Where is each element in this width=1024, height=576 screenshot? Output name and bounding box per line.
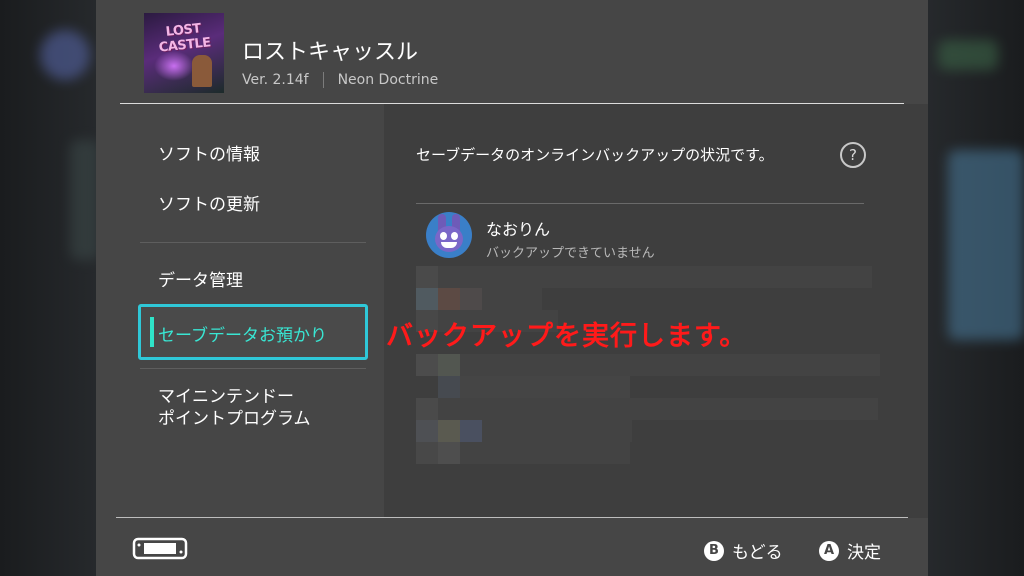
- meta-divider: [322, 72, 324, 88]
- sidebar-item-label: セーブデータお預かり: [158, 326, 327, 346]
- sidebar: ソフトの情報 ソフトの更新 データ管理 セーブデータお預かり マイニンテンドー …: [96, 104, 384, 518]
- sidebar-item-label-line2: ポイントプログラム: [158, 409, 311, 429]
- game-publisher: Neon Doctrine: [337, 72, 439, 88]
- game-title: ロストキャッスル: [242, 40, 419, 65]
- sidebar-item-software-info[interactable]: ソフトの情報: [158, 144, 260, 166]
- avatar: [426, 212, 472, 258]
- sidebar-item-label-line1: マイニンテンドー: [158, 387, 294, 407]
- sidebar-item-data-management[interactable]: データ管理: [158, 270, 243, 292]
- sidebar-item-my-nintendo[interactable]: マイニンテンドー ポイントプログラム: [158, 386, 311, 430]
- background-left: [0, 0, 100, 576]
- sidebar-divider: [140, 368, 366, 369]
- content-divider: [416, 203, 864, 204]
- game-logo-text: LOST CASTLE: [158, 21, 212, 56]
- sidebar-divider: [140, 242, 366, 243]
- game-version: Ver. 2.14f: [242, 72, 309, 88]
- annotation-text: バックアップを実行します。: [386, 321, 748, 352]
- selection-accent-bar: [150, 317, 154, 347]
- user-name: なおりん: [486, 220, 551, 239]
- user-backup-status: バックアップできていません: [486, 246, 655, 261]
- software-settings-panel: LOST CASTLE ロストキャッスル Ver. 2.14f Neon Doc…: [96, 0, 928, 576]
- confirm-button[interactable]: A 決定: [819, 538, 881, 563]
- background-right: [928, 0, 1024, 576]
- sidebar-item-software-update[interactable]: ソフトの更新: [158, 194, 260, 216]
- header: LOST CASTLE ロストキャッスル Ver. 2.14f Neon Doc…: [96, 0, 928, 104]
- back-label: もどる: [732, 543, 783, 563]
- switch-console-icon: [132, 537, 188, 560]
- footer-divider: [116, 517, 908, 518]
- game-icon: LOST CASTLE: [144, 13, 224, 93]
- confirm-label: 決定: [847, 543, 881, 563]
- a-button-icon: A: [819, 540, 839, 561]
- user-backup-row[interactable]: なおりん バックアップできていません: [416, 210, 864, 262]
- b-button-icon: B: [704, 540, 724, 561]
- help-icon[interactable]: ?: [840, 142, 866, 168]
- content-area: セーブデータのオンラインバックアップの状況です。 ? なおりん バックアップでき…: [384, 104, 928, 518]
- sidebar-item-save-data-cloud[interactable]: セーブデータお預かり: [138, 304, 368, 360]
- backup-status-text: セーブデータのオンラインバックアップの状況です。: [416, 146, 774, 164]
- back-button[interactable]: B もどる: [704, 538, 783, 563]
- game-meta: Ver. 2.14f Neon Doctrine: [242, 72, 438, 88]
